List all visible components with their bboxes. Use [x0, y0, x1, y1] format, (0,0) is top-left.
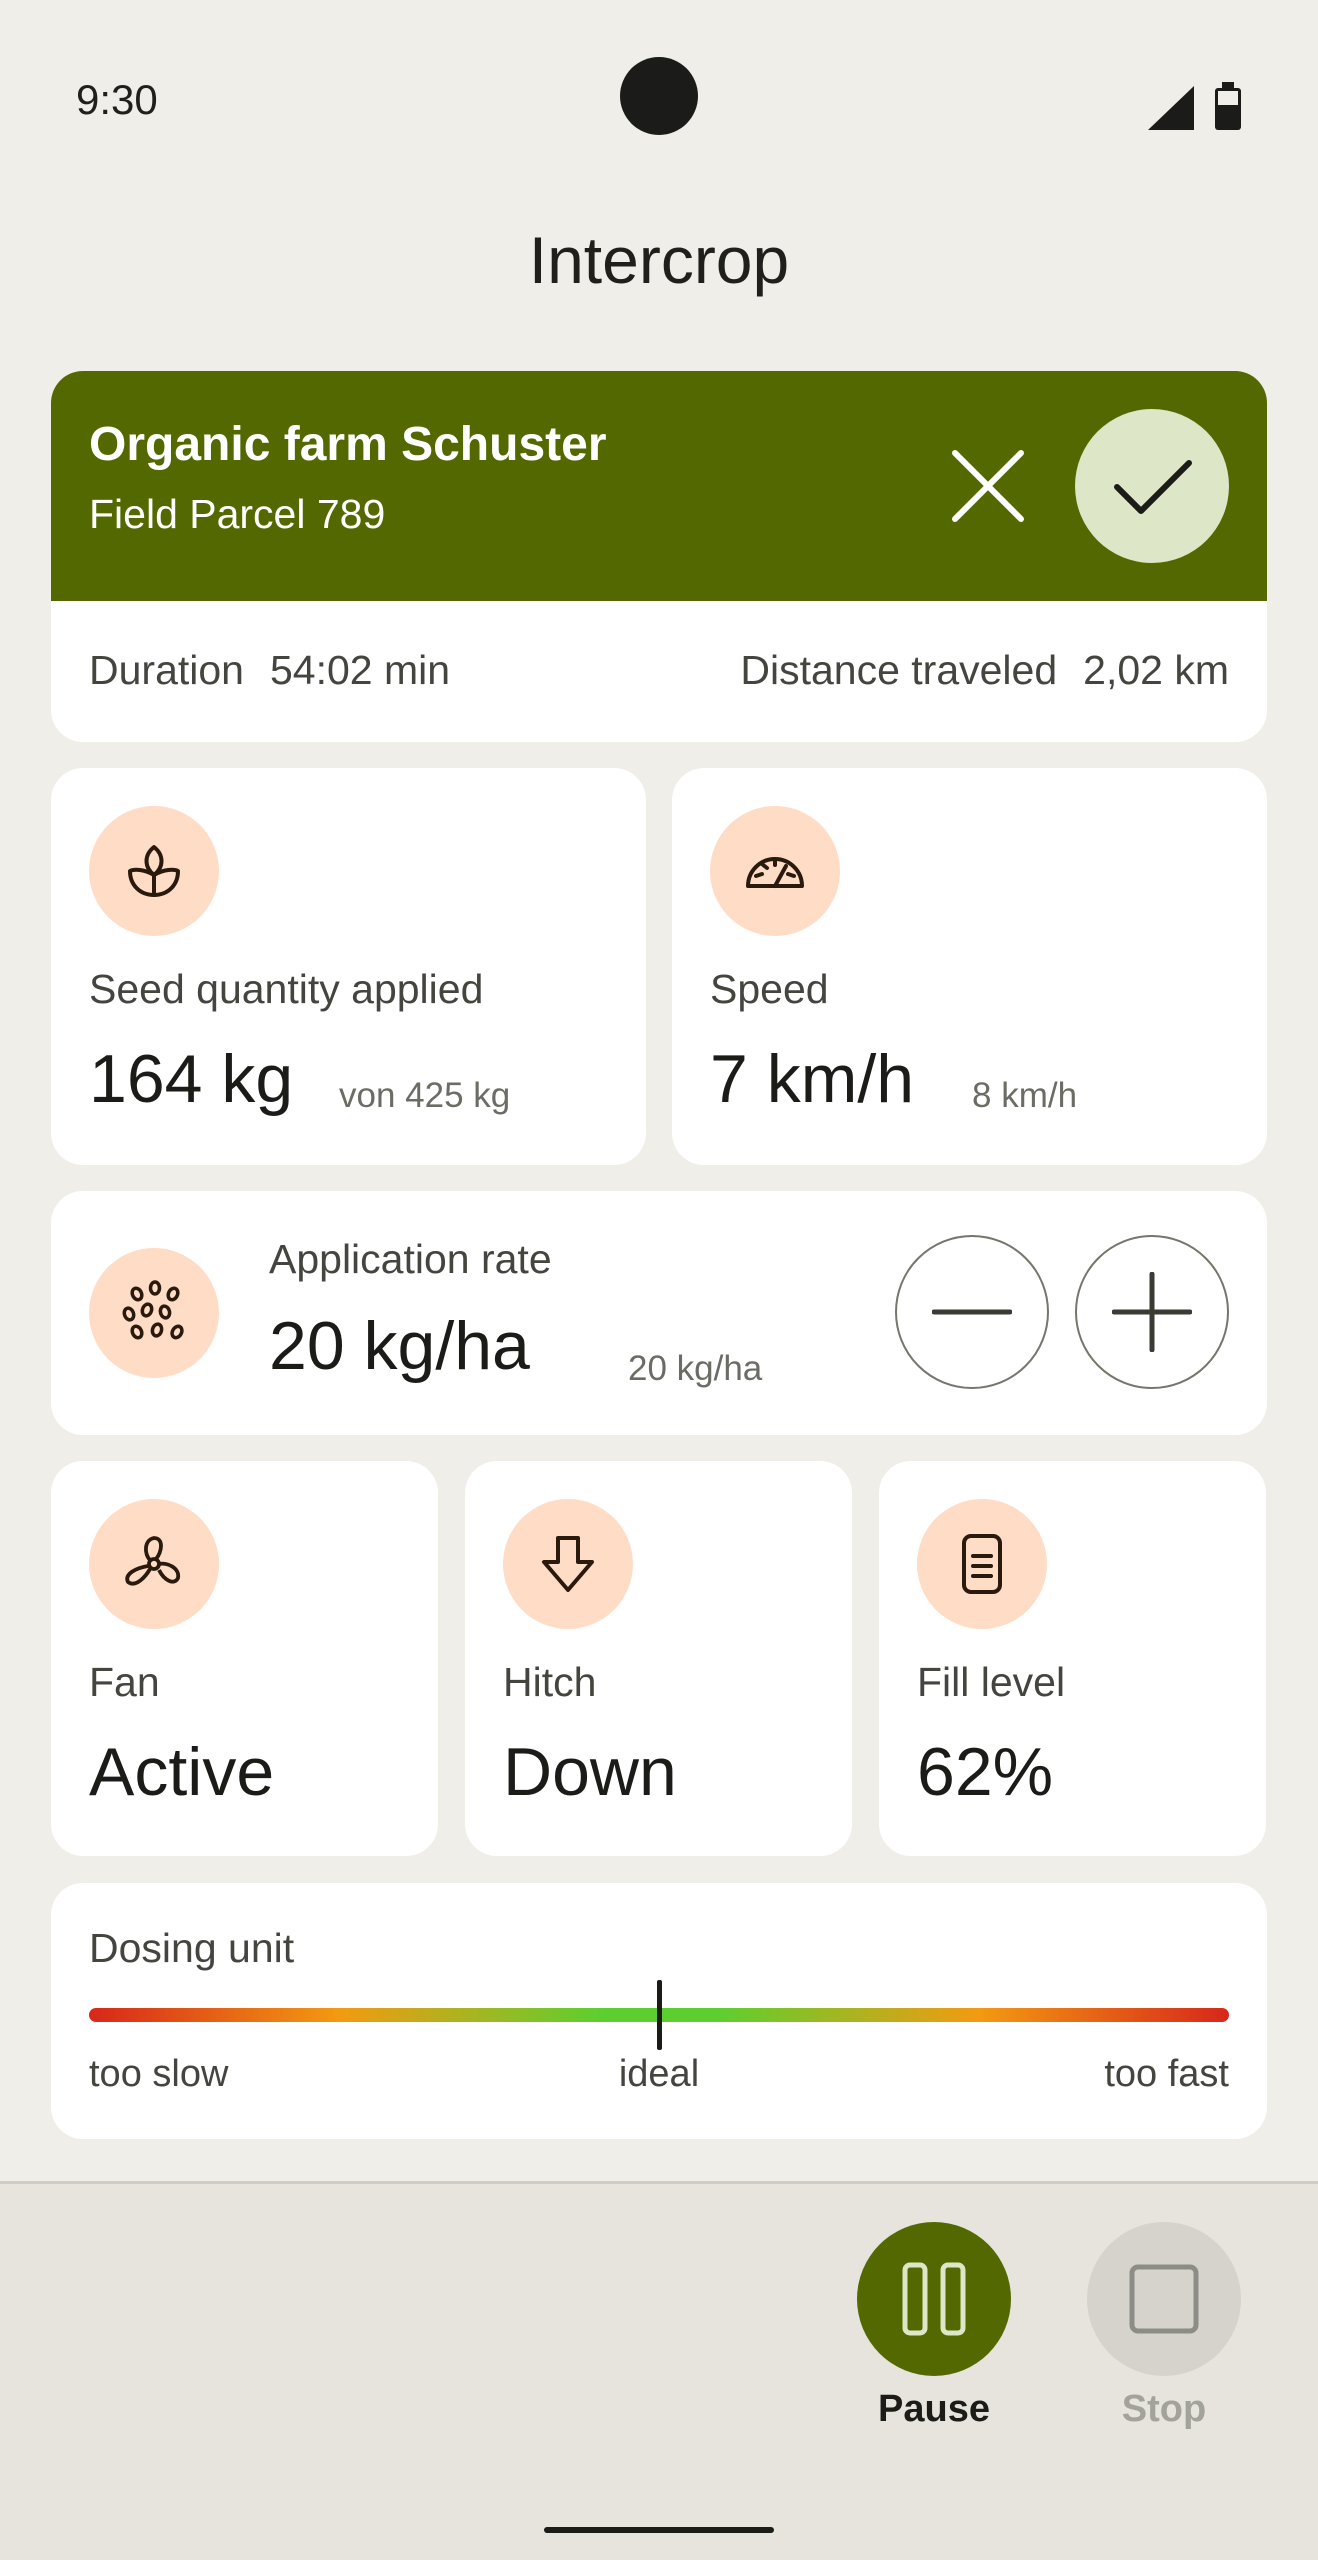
home-indicator[interactable]: [544, 2527, 774, 2533]
status-bar: 9:30: [0, 0, 1318, 200]
rate-value: 20 kg/ha: [269, 1308, 530, 1384]
seed-total: von 425 kg: [339, 1076, 511, 1115]
distance-stat: Distance traveled 2,02 km: [740, 647, 1229, 694]
page-title: Intercrop: [528, 223, 790, 297]
pause-button[interactable]: [857, 2222, 1011, 2376]
stop-button[interactable]: [1087, 2222, 1241, 2376]
seed-label: Seed quantity applied: [89, 966, 484, 1012]
dosing-unit-card: Dosing unit too slow ideal too fast: [51, 1883, 1267, 2139]
gauge-label-fast: too fast: [1104, 2053, 1229, 2095]
pause-label: Pause: [878, 2388, 990, 2430]
hitch-value: Down: [503, 1734, 677, 1810]
pause-action: Pause: [857, 2222, 1011, 2431]
rate-icon-circle: [89, 1248, 219, 1378]
speed-icon-circle: [710, 806, 840, 936]
fan-icon-circle: [89, 1499, 219, 1629]
duration-stat: Duration 54:02 min: [89, 647, 450, 694]
stop-action: Stop: [1087, 2222, 1241, 2431]
seeds-icon: [122, 1280, 184, 1340]
fill-value: 62%: [917, 1734, 1054, 1810]
camera-cutout: [620, 57, 698, 135]
hitch-label: Hitch: [503, 1659, 597, 1705]
distance-value: 2,02 km: [1083, 647, 1229, 693]
fan-card: Fan Active: [51, 1461, 438, 1856]
fill-level-card: Fill level 62%: [879, 1461, 1266, 1856]
stop-icon: [1129, 2264, 1199, 2334]
minus-icon: [932, 1309, 1012, 1315]
check-icon: [1114, 460, 1192, 514]
document-icon: [962, 1534, 1002, 1594]
increase-rate-button[interactable]: [1075, 1235, 1229, 1389]
seed-quantity-card: Seed quantity applied 164 kg von 425 kg: [51, 768, 646, 1165]
rate-target: 20 kg/ha: [628, 1349, 763, 1388]
session-header: Organic farm Schuster Field Parcel 789: [51, 371, 1267, 601]
speed-value: 7 km/h: [710, 1041, 915, 1117]
gauge-label-ideal: ideal: [618, 2053, 700, 2095]
dosing-gauge-needle: [656, 1980, 662, 2050]
hitch-card: Hitch Down: [465, 1461, 852, 1856]
rate-label: Application rate: [269, 1236, 552, 1282]
speed-target: 8 km/h: [972, 1076, 1078, 1115]
fan-label: Fan: [89, 1659, 160, 1705]
bottom-action-bar: Pause Stop: [0, 2181, 1318, 2560]
sprout-icon: [128, 845, 180, 897]
application-rate-card: Application rate 20 kg/ha 20 kg/ha: [51, 1191, 1267, 1435]
speed-card: Speed 7 km/h 8 km/h: [672, 768, 1267, 1165]
stop-label: Stop: [1121, 2388, 1207, 2430]
speedometer-icon: [746, 857, 804, 888]
close-icon: [952, 450, 1024, 522]
confirm-button[interactable]: [1075, 409, 1229, 563]
battery-icon: [1215, 82, 1241, 130]
seed-icon-circle: [89, 806, 219, 936]
session-card: Organic farm Schuster Field Parcel 789 D…: [51, 371, 1267, 742]
status-time: 9:30: [76, 76, 158, 123]
duration-value: 54:02 min: [269, 647, 451, 693]
signal-icon: [1148, 86, 1194, 130]
speed-label: Speed: [710, 966, 829, 1012]
seed-value: 164 kg: [89, 1041, 294, 1117]
plus-icon: [1112, 1272, 1192, 1352]
distance-label: Distance traveled: [740, 647, 1058, 693]
field-name: Field Parcel 789: [89, 491, 386, 537]
fan-icon: [125, 1536, 180, 1586]
arrow-down-icon: [542, 1536, 594, 1592]
decrease-rate-button[interactable]: [895, 1235, 1049, 1389]
fill-icon-circle: [917, 1499, 1047, 1629]
fan-value: Active: [89, 1734, 275, 1810]
pause-icon: [902, 2262, 966, 2336]
duration-label: Duration: [89, 647, 244, 693]
dosing-label: Dosing unit: [89, 1925, 295, 1971]
cancel-button[interactable]: [933, 431, 1043, 541]
session-stats: Duration 54:02 min Distance traveled 2,02 …: [51, 601, 1267, 742]
farm-name: Organic farm Schuster: [89, 418, 607, 471]
fill-label: Fill level: [917, 1659, 1066, 1705]
hitch-icon-circle: [503, 1499, 633, 1629]
